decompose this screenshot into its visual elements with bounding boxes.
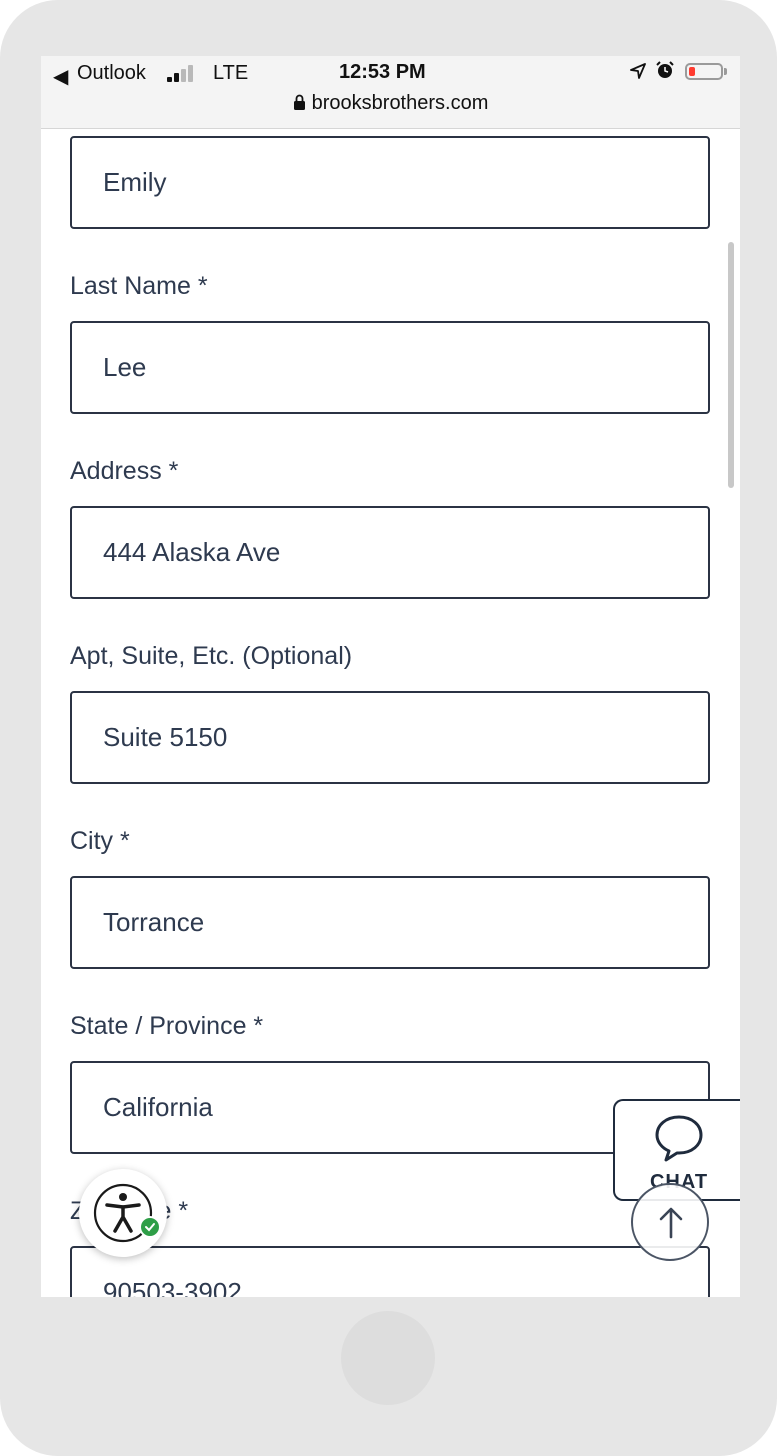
city-input[interactable] bbox=[70, 876, 710, 969]
accessibility-button[interactable] bbox=[79, 1169, 167, 1257]
page-scrollbar[interactable] bbox=[728, 242, 734, 488]
address-bar[interactable]: brooksbrothers.com bbox=[41, 92, 740, 115]
apt-label: Apt, Suite, Etc. (Optional) bbox=[70, 642, 353, 670]
address-input[interactable] bbox=[70, 506, 710, 599]
last-name-label: Last Name * bbox=[70, 272, 208, 300]
state-label: State / Province * bbox=[70, 1012, 264, 1040]
network-type: LTE bbox=[213, 62, 249, 84]
clock: 12:53 PM bbox=[339, 61, 426, 83]
back-app-label[interactable]: Outlook bbox=[77, 62, 146, 85]
location-arrow-icon bbox=[630, 63, 646, 79]
phone-frame: ◀ Outlook LTE 12:53 PM brooksbrothers.co… bbox=[0, 0, 777, 1456]
city-group: City * bbox=[70, 824, 710, 969]
first-name-input[interactable] bbox=[70, 136, 710, 229]
lock-icon bbox=[293, 94, 305, 110]
last-name-input[interactable] bbox=[70, 321, 710, 414]
speech-bubble-icon bbox=[655, 1115, 703, 1162]
apt-input[interactable] bbox=[70, 691, 710, 784]
arrow-up-icon bbox=[659, 1207, 683, 1239]
back-to-top-button[interactable] bbox=[631, 1183, 709, 1261]
url-text: brooksbrothers.com bbox=[311, 92, 489, 114]
signal-icon bbox=[167, 65, 201, 82]
status-bar: ◀ Outlook LTE 12:53 PM brooksbrothers.co… bbox=[41, 56, 740, 129]
battery-cap bbox=[724, 68, 727, 75]
home-button[interactable] bbox=[341, 1311, 435, 1405]
status-check-icon bbox=[139, 1216, 161, 1238]
battery-icon bbox=[685, 63, 723, 80]
address-label: Address * bbox=[70, 457, 179, 485]
browser-screen: ◀ Outlook LTE 12:53 PM brooksbrothers.co… bbox=[41, 56, 740, 1297]
back-arrow-icon[interactable]: ◀ bbox=[53, 64, 68, 89]
first-name-group bbox=[70, 136, 710, 229]
zip-input[interactable] bbox=[70, 1246, 710, 1297]
address-group: Address * bbox=[70, 454, 710, 599]
alarm-clock-icon bbox=[656, 61, 674, 78]
city-label: City * bbox=[70, 827, 130, 855]
apt-group: Apt, Suite, Etc. (Optional) bbox=[70, 639, 710, 784]
last-name-group: Last Name * bbox=[70, 269, 710, 414]
